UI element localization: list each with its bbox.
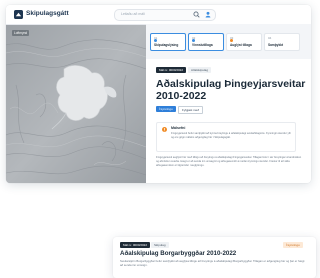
- notice-box: Málsefni Þingeyjarsveit hefur samþykkt a…: [156, 122, 296, 152]
- plan-detail-panel: Mál nr. 0000/2022 Aðalskipulag Aðalskipu…: [146, 60, 311, 183]
- step-label: Samþykkt: [268, 43, 284, 47]
- search-icon[interactable]: [193, 11, 200, 18]
- case-number-tag: Mál nr. 0000/2022: [120, 242, 151, 248]
- step-number: 02: [192, 36, 196, 40]
- page-title: Aðalskipulag Þingeyjarsveitar 2010-2022: [156, 78, 306, 102]
- plan-description: Þingeyjarsveit auglýsir hér með tillögu …: [156, 156, 302, 167]
- alert-icon: [162, 127, 167, 132]
- map-layer-label: Loftmynd: [12, 30, 30, 36]
- logo-icon: [14, 10, 23, 19]
- status-badge: Í kynningu: [283, 242, 303, 248]
- plan-type-tag: Aðalskipulag: [188, 67, 212, 73]
- status-button[interactable]: Í kynningu: [156, 106, 176, 112]
- user-icon[interactable]: [205, 11, 211, 18]
- top-bar: Skipulagsgátt Leitaðu að máli: [6, 5, 311, 25]
- step-label: Vinnslutillaga: [192, 43, 213, 47]
- card-description: Sveitarstjórn Borgarbyggðar hefur samþyk…: [120, 259, 305, 267]
- step-card-2[interactable]: 02 Vinnslutillaga: [188, 33, 224, 51]
- terrain-map-graphic: [6, 25, 146, 183]
- terrain-map[interactable]: Loftmynd: [6, 25, 146, 183]
- step-number: 04: [268, 36, 272, 40]
- card-title[interactable]: Aðalskipulag Borgarbyggðar 2010-2022: [120, 250, 236, 257]
- step-label: Auglýst tillaga: [230, 43, 252, 47]
- step-number: 01: [154, 36, 158, 40]
- app-logo-text[interactable]: Skipulagsgátt: [26, 10, 69, 17]
- step-number: 03: [230, 36, 234, 40]
- step-card-1[interactable]: 01 Skipulagslýsing: [150, 33, 186, 51]
- follow-button[interactable]: Fylgjast með: [178, 106, 204, 114]
- search-box[interactable]: Leitaðu að máli: [114, 9, 216, 21]
- plan-summary-card[interactable]: Mál nr. 0000/2022 Skipulag Í kynningu Að…: [113, 237, 316, 278]
- plan-type-tag: Skipulag: [151, 242, 169, 248]
- search-input[interactable]: Leitaðu að máli: [121, 12, 145, 16]
- notice-text: Þingeyjarsveit hefur samþykkt að kynna b…: [171, 132, 291, 139]
- step-card-4[interactable]: 04 Samþykkt: [264, 33, 300, 51]
- step-label: Skipulagslýsing: [154, 43, 179, 47]
- notice-title: Málsefni: [171, 126, 186, 130]
- case-number-tag: Mál nr. 0000/2022: [156, 67, 187, 73]
- app-window: Skipulagsgátt Leitaðu að máli Loftmynd 0…: [6, 5, 311, 183]
- step-card-3[interactable]: 03 Auglýst tillaga: [226, 33, 262, 51]
